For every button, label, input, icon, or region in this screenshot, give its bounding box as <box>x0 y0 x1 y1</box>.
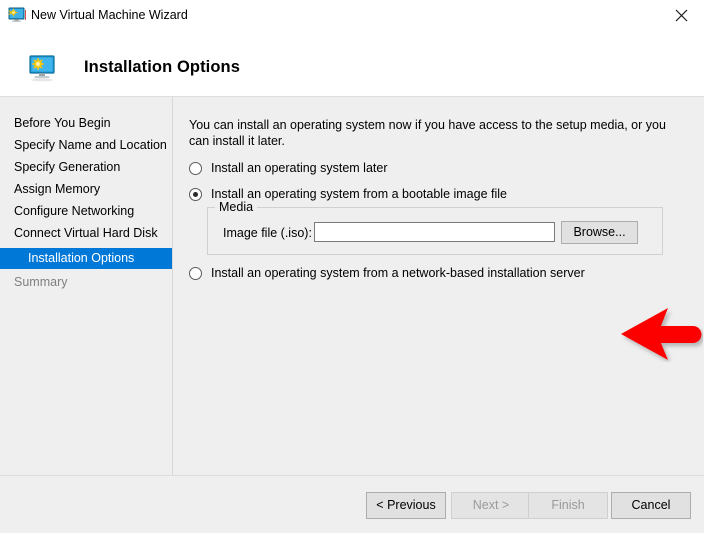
close-x-glyph <box>675 9 687 22</box>
image-file-input[interactable] <box>314 222 555 242</box>
sidebar-item-specify-name-and-location[interactable]: Specify Name and Location <box>0 135 172 156</box>
wizard-footer: < Previous Next > Finish Cancel <box>0 475 704 533</box>
sidebar-item-connect-virtual-hard-disk[interactable]: Connect Virtual Hard Disk <box>0 223 172 244</box>
wizard-header: Installation Options <box>0 31 704 97</box>
sidebar-item-label: Specify Generation <box>14 160 121 174</box>
close-icon[interactable] <box>658 0 704 31</box>
previous-button[interactable]: < Previous <box>366 492 446 519</box>
sidebar-item-specify-generation[interactable]: Specify Generation <box>0 157 172 178</box>
sidebar-item-assign-memory[interactable]: Assign Memory <box>0 179 172 200</box>
radio-button-indicator[interactable] <box>189 187 202 201</box>
radio-button-indicator[interactable] <box>189 161 202 175</box>
new-virtual-machine-wizard-window: New Virtual Machine Wizard Installation … <box>0 0 704 533</box>
wizard-body: Before You Begin Specify Name and Locati… <box>0 97 704 475</box>
wizard-steps-sidebar: Before You Begin Specify Name and Locati… <box>0 97 173 475</box>
page-title: Installation Options <box>84 58 241 76</box>
window-title: New Virtual Machine Wizard <box>31 8 188 22</box>
sidebar-item-label: Before You Begin <box>14 116 111 130</box>
radio-install-from-network-server[interactable]: Install an operating system from a netwo… <box>189 264 585 282</box>
radio-label: Install an operating system later <box>211 161 388 175</box>
image-file-label: Image file (.iso): <box>223 226 312 240</box>
virtual-machine-monitor-icon <box>26 55 58 83</box>
sidebar-item-label: Specify Name and Location <box>14 138 167 152</box>
virtual-machine-monitor-icon <box>8 7 26 24</box>
sidebar-item-label: Connect Virtual Hard Disk <box>14 226 158 240</box>
intro-description: You can install an operating system now … <box>189 118 666 148</box>
sidebar-item-label: Installation Options <box>28 251 135 265</box>
browse-button[interactable]: Browse... <box>561 221 638 244</box>
sidebar-item-installation-options[interactable]: Installation Options <box>0 248 172 269</box>
radio-install-later[interactable]: Install an operating system later <box>189 159 387 177</box>
sidebar-item-label: Configure Networking <box>14 204 135 218</box>
main-content-panel: You can install an operating system now … <box>174 97 704 475</box>
sidebar-item-configure-networking[interactable]: Configure Networking <box>0 201 172 222</box>
sidebar-item-label: Assign Memory <box>14 182 101 196</box>
radio-button-indicator[interactable] <box>189 266 202 280</box>
title-bar: New Virtual Machine Wizard <box>0 0 704 31</box>
sidebar-item-before-you-begin[interactable]: Before You Begin <box>0 113 172 134</box>
finish-button: Finish <box>528 492 608 519</box>
radio-label: Install an operating system from a netwo… <box>211 266 585 280</box>
cancel-button[interactable]: Cancel <box>611 492 691 519</box>
sidebar-item-summary[interactable]: Summary <box>0 272 172 293</box>
sidebar-item-label: Summary <box>14 275 68 289</box>
media-group-legend: Media <box>215 200 258 214</box>
next-button: Next > <box>451 492 531 519</box>
